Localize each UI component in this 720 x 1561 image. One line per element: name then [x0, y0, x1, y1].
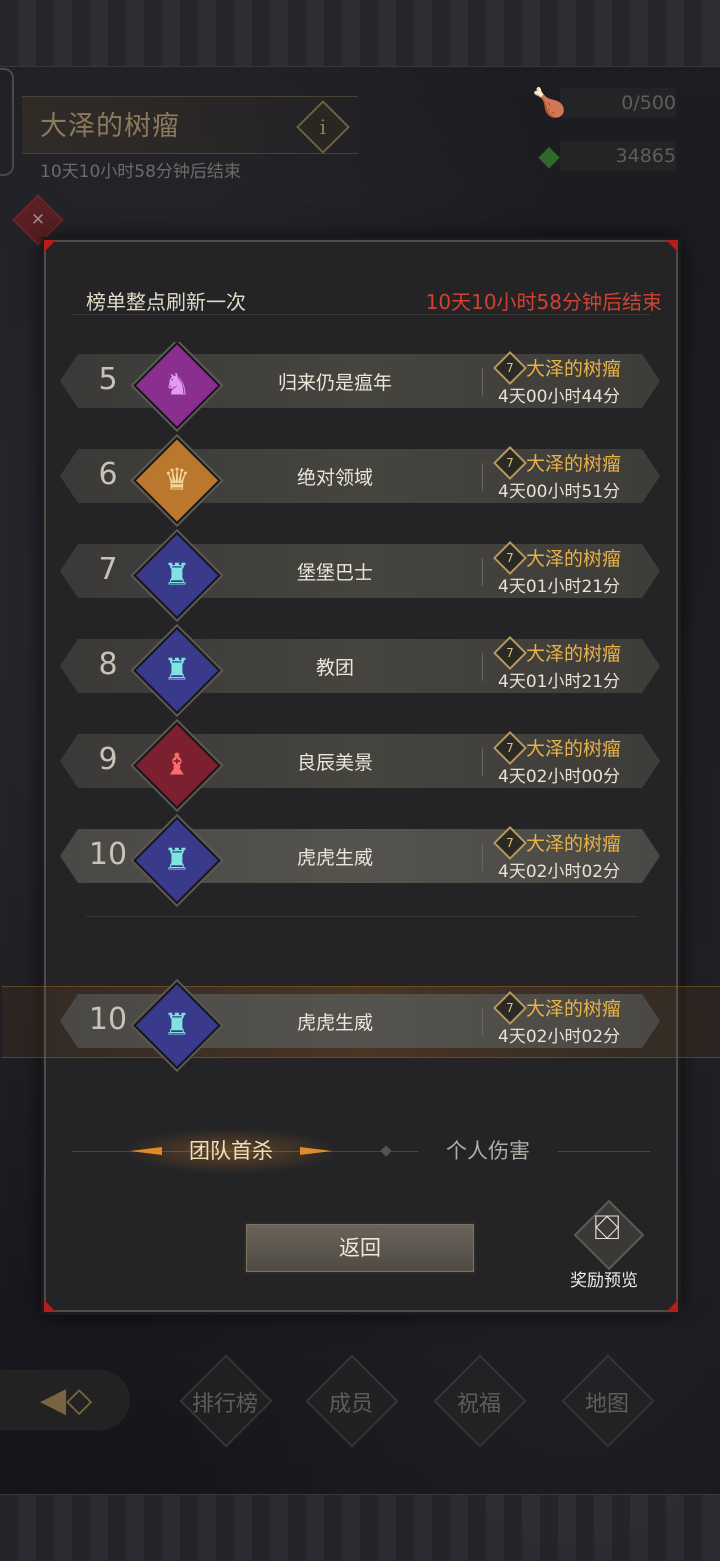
event-title: 大泽的树瘤	[40, 111, 180, 142]
header-divider	[72, 314, 650, 315]
tab-bar: 团队首杀 个人伤害	[72, 1128, 650, 1176]
my-rank-row-holder: 10 ♜ 虎虎生威 7 大泽的树瘤 4天02小时02分	[46, 981, 676, 1070]
rank-number: 9	[98, 742, 118, 777]
tab-personal-damage[interactable]: 个人伤害	[418, 1128, 558, 1174]
boss-name: 大泽的树瘤	[526, 453, 622, 475]
rank-list[interactable]: 5 ♞ 归来仍是瘟年 7 大泽的树瘤 4天00小时44分 6 ♛ 绝对领域 7 大泽的树瘤 4天00小…	[46, 342, 676, 922]
kill-time: 4天00小时44分	[498, 387, 621, 407]
rank-row[interactable]: 7 ♜ 堡堡巴士 7 大泽的树瘤 4天01小时21分	[60, 531, 660, 620]
reward-preview-button[interactable]: ⛋ 奖励预览	[560, 1199, 648, 1300]
rank-row[interactable]: 10 ♜ 虎虎生威 7 大泽的树瘤 4天02小时02分	[60, 981, 660, 1070]
green-gem-icon: ◆	[538, 139, 560, 172]
back-arrow-icon: ◀◇	[40, 1380, 93, 1420]
treasure-chest-icon: ⛋	[594, 1208, 620, 1248]
list-divider	[86, 916, 636, 927]
kill-time: 4天00小时51分	[498, 482, 621, 502]
boss-name: 大泽的树瘤	[526, 998, 622, 1020]
boss-name: 大泽的树瘤	[526, 548, 622, 570]
nav-item-members[interactable]: 成员	[305, 1354, 399, 1448]
event-left-frame	[0, 68, 14, 176]
nav-back-button[interactable]: ◀◇	[0, 1370, 130, 1430]
guild-name: 堡堡巴士	[296, 562, 373, 584]
rank-row[interactable]: 10 ♜ 虎虎生威 7 大泽的树瘤 4天02小时02分	[60, 816, 660, 905]
rank-number: 5	[98, 362, 118, 397]
nav-label: 排行榜	[191, 1392, 258, 1417]
nav-label: 地图	[584, 1392, 629, 1417]
resource-value: 34865	[615, 145, 676, 167]
boss-name: 大泽的树瘤	[526, 833, 622, 855]
tab-separator-icon	[380, 1145, 392, 1157]
kill-time: 4天02小时00分	[498, 767, 621, 787]
guild-emblem-glyph: ♜	[163, 1007, 191, 1043]
reward-preview-label: 奖励预览	[570, 1271, 638, 1291]
end-countdown: 10天10小时58分钟后结束	[425, 290, 662, 314]
rank-number: 10	[88, 1002, 128, 1037]
nav-item-leaderboard[interactable]: 排行榜	[179, 1354, 273, 1448]
guild-name: 虎虎生威	[296, 847, 373, 869]
nav-label: 成员	[328, 1392, 373, 1417]
tab-team-first-kill[interactable]: 团队首杀	[124, 1128, 338, 1174]
kill-time: 4天01小时21分	[498, 672, 621, 692]
guild-name: 教团	[315, 657, 354, 679]
nav-item-blessing[interactable]: 祝福	[433, 1354, 527, 1448]
guild-emblem-glyph: ♛	[163, 462, 191, 498]
info-icon: i	[319, 115, 327, 139]
guild-name: 归来仍是瘟年	[277, 372, 392, 394]
boss-name: 大泽的树瘤	[526, 643, 622, 665]
refresh-note: 榜单整点刷新一次	[86, 290, 246, 314]
kill-time: 4天02小时02分	[498, 1027, 621, 1047]
nav-label: 祝福	[456, 1392, 501, 1417]
bottom-ornament-bar	[0, 1494, 720, 1561]
guild-emblem-glyph: ♞	[163, 367, 191, 403]
kill-time: 4天02小时02分	[498, 862, 621, 882]
boss-name: 大泽的树瘤	[526, 738, 622, 760]
rank-row[interactable]: 6 ♛ 绝对领域 7 大泽的树瘤 4天00小时51分	[60, 436, 660, 525]
guild-name: 虎虎生威	[296, 1012, 373, 1034]
guild-name: 绝对领域	[296, 467, 373, 489]
nav-item-map[interactable]: 地图	[561, 1354, 655, 1448]
guild-emblem-glyph: ♜	[163, 652, 191, 688]
top-ornament-bar	[0, 0, 720, 67]
guild-emblem-glyph: ♜	[163, 842, 191, 878]
kill-time: 4天01小时21分	[498, 577, 621, 597]
resource-value: 0/500	[621, 92, 676, 114]
guild-name: 良辰美景	[296, 752, 373, 774]
rank-number: 6	[98, 457, 118, 492]
rank-row[interactable]: 9 ♝ 良辰美景 7 大泽的树瘤 4天02小时00分	[60, 721, 660, 810]
guild-emblem-glyph: ♝	[163, 747, 191, 783]
rank-row[interactable]: 5 ♞ 归来仍是瘟年 7 大泽的树瘤 4天00小时44分	[60, 342, 660, 430]
drumstick-icon: 🍗	[531, 86, 567, 119]
rank-row[interactable]: 8 ♜ 教团 7 大泽的树瘤 4天01小时21分	[60, 626, 660, 715]
rank-number: 10	[88, 837, 128, 872]
guild-emblem-glyph: ♜	[163, 557, 191, 593]
boss-name: 大泽的树瘤	[526, 358, 622, 380]
ranking-panel: 榜单整点刷新一次 10天10小时58分钟后结束 5 ♞ 归来仍是瘟年 7 大泽的树瘤 4天…	[2, 240, 720, 1312]
rank-number: 8	[98, 647, 118, 682]
rank-number: 7	[98, 552, 118, 587]
event-countdown: 10天10小时58分钟后结束	[40, 162, 241, 182]
return-button[interactable]: 返回	[244, 1222, 476, 1274]
